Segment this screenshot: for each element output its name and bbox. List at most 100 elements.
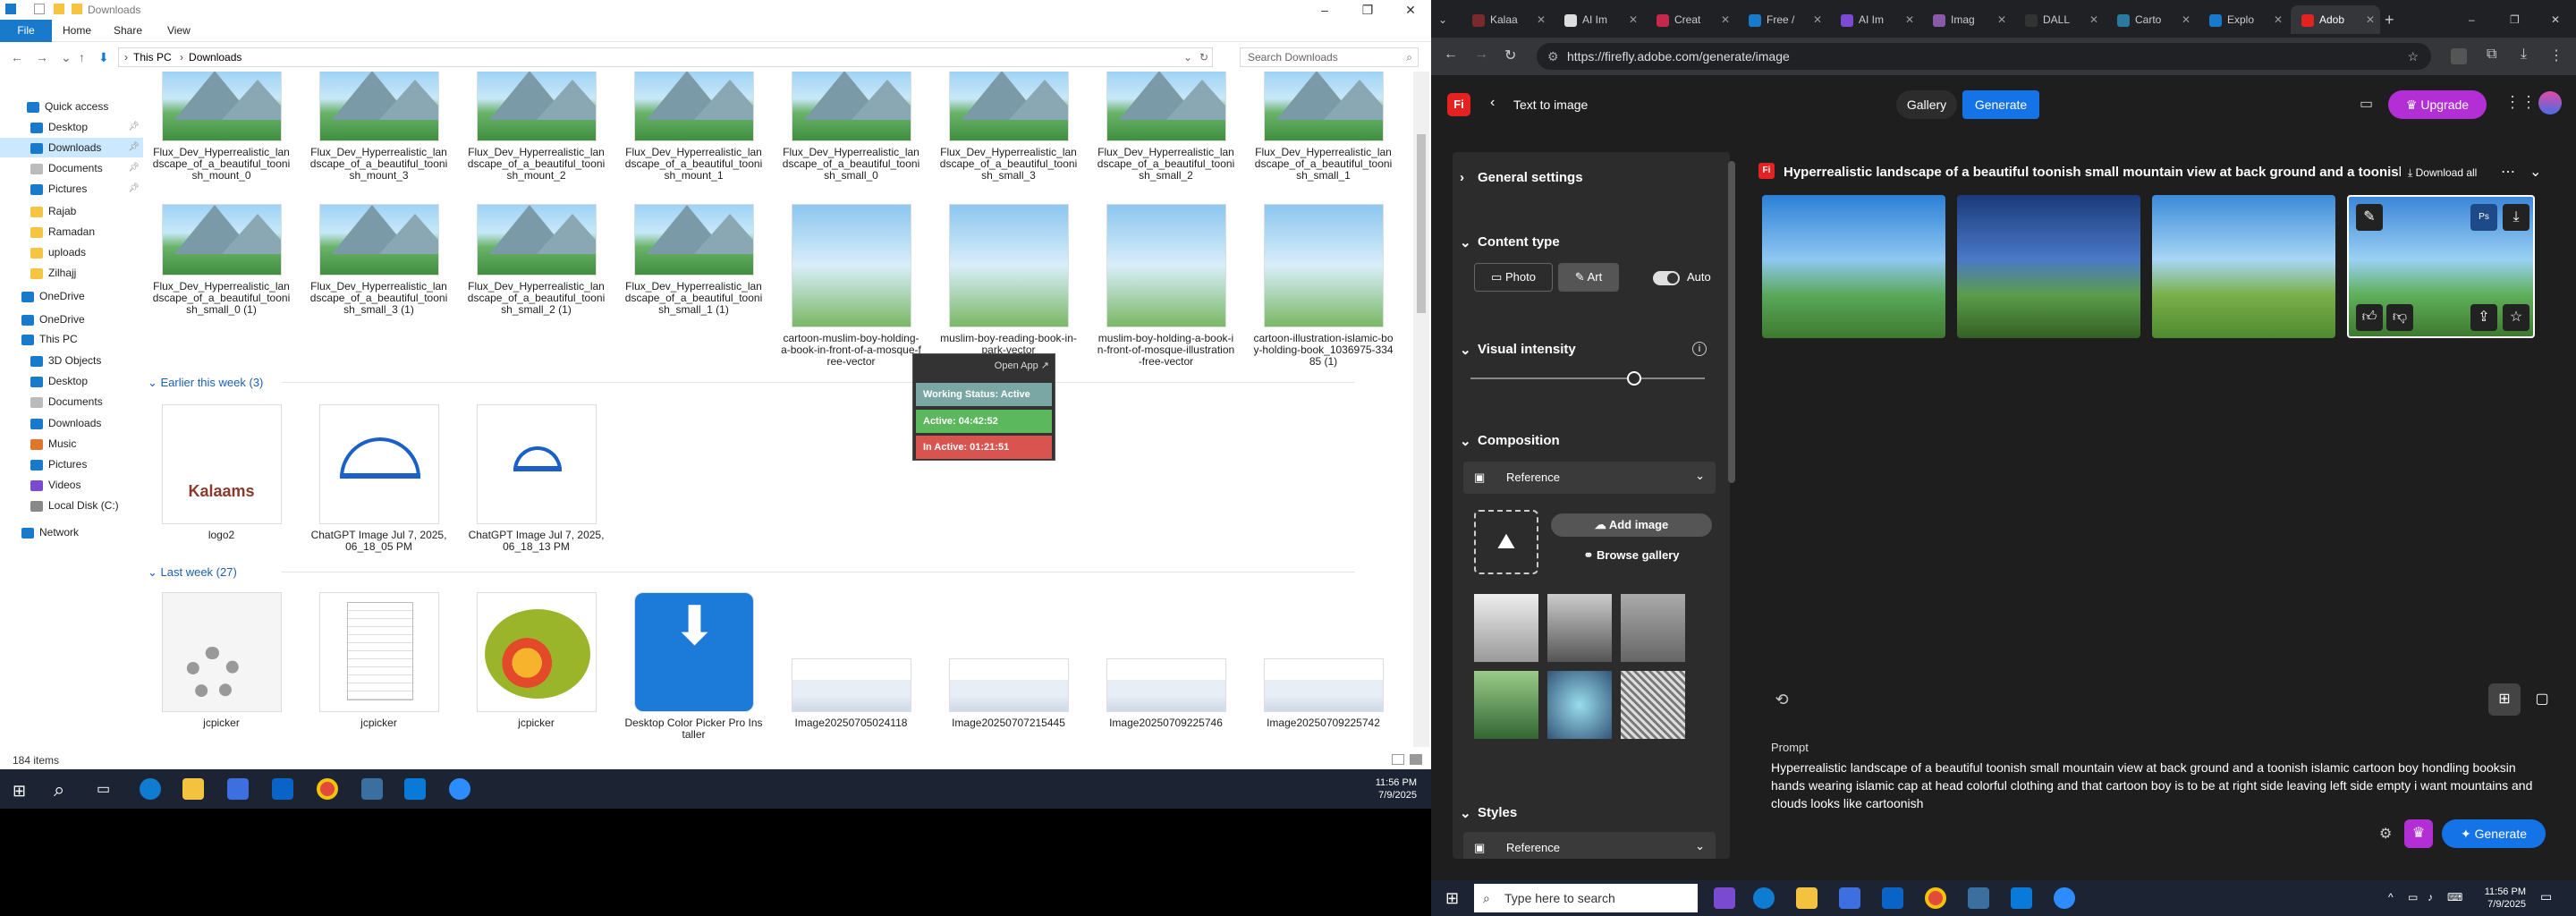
new-tab-button[interactable]: + — [2385, 5, 2394, 34]
browser-tab[interactable]: AI Im ✕ — [1554, 5, 1643, 34]
store-icon[interactable] — [1839, 887, 1860, 909]
apps-grid-icon[interactable]: ⋮⋮ — [2504, 93, 2537, 112]
file-item[interactable]: Flux_Dev_Hyperrealistic_landscape_of_a_b… — [620, 204, 767, 316]
favorite-star-icon[interactable]: ☆ — [2503, 304, 2529, 331]
tab-close-icon[interactable]: ✕ — [1905, 5, 1914, 34]
reference-thumb-sketch[interactable] — [1474, 594, 1538, 662]
sidebar-item-downloads[interactable]: Downloads — [0, 413, 143, 433]
up-arrow-icon[interactable]: ↑ — [79, 50, 85, 64]
file-item[interactable]: Flux_Dev_Hyperrealistic_landscape_of_a_b… — [1092, 72, 1240, 182]
properties-icon[interactable] — [34, 4, 45, 14]
content-type-section[interactable]: ⌄ Content type — [1460, 234, 1730, 250]
add-image-button[interactable]: ☁ Add image — [1551, 513, 1712, 537]
new-folder-icon[interactable] — [54, 4, 64, 14]
edit-icon[interactable]: ✎ — [2356, 204, 2383, 231]
extension-icon[interactable] — [2451, 48, 2467, 64]
file-explorer-icon[interactable] — [1796, 887, 1818, 909]
photoshop-icon[interactable]: Ps — [2470, 204, 2497, 231]
tab-close-icon[interactable]: ✕ — [2089, 5, 2098, 34]
browser-tab[interactable]: Carto ✕ — [2106, 5, 2196, 34]
sidebar-item-desktop[interactable]: Desktop 📌︎ — [0, 117, 143, 137]
sidebar-item-network[interactable]: Network — [0, 522, 143, 542]
zoom-icon[interactable] — [449, 778, 470, 800]
single-view-icon[interactable]: ▢ — [2526, 683, 2558, 716]
sidebar-item-ramadan[interactable]: Ramadan — [0, 222, 143, 242]
panel-scrollbar[interactable] — [1728, 161, 1735, 483]
file-item[interactable]: Flux_Dev_Hyperrealistic_landscape_of_a_b… — [148, 72, 295, 182]
file-item[interactable]: Image20250709225742 — [1250, 592, 1397, 729]
file-item[interactable]: Kalaams logo2 — [148, 404, 295, 541]
premium-crown-icon[interactable]: ♛ — [2404, 819, 2433, 848]
volume-icon[interactable]: ♪ — [2428, 891, 2433, 903]
tab-close-icon[interactable]: ✕ — [2182, 5, 2190, 34]
tab-close-icon[interactable]: ✕ — [1537, 5, 1546, 34]
file-item[interactable]: Flux_Dev_Hyperrealistic_landscape_of_a_b… — [1250, 72, 1397, 182]
zoom-icon[interactable] — [2054, 887, 2075, 909]
tab-close-icon[interactable]: ✕ — [1813, 5, 1822, 34]
file-explorer-icon[interactable] — [182, 778, 204, 800]
file-item[interactable]: Flux_Dev_Hyperrealistic_landscape_of_a_b… — [935, 72, 1082, 182]
windows-start-icon[interactable]: ⊞ — [13, 782, 26, 801]
file-item[interactable]: Image20250707215445 — [935, 592, 1082, 729]
app-icon[interactable] — [1968, 887, 1989, 909]
thumbs-down-icon[interactable]: 👎︎ — [2386, 304, 2413, 331]
firefly-logo[interactable]: Fi — [1447, 93, 1470, 116]
windows-start-icon[interactable]: ⊞ — [1445, 889, 1459, 908]
auto-toggle[interactable] — [1653, 271, 1680, 285]
result-image-4-selected[interactable]: ✎ Ps ⤓ 👍︎ 👎︎ ⇪ ☆ — [2347, 195, 2535, 338]
download-icon[interactable]: ⤓ — [2521, 47, 2527, 63]
file-item[interactable]: jcpicker — [305, 592, 453, 729]
edge-icon[interactable] — [140, 778, 161, 800]
browse-gallery-button[interactable]: ⚭ Browse gallery — [1551, 544, 1712, 567]
reference-thumb-room[interactable] — [1621, 594, 1685, 662]
forward-icon[interactable]: → — [1474, 47, 1488, 63]
info-icon[interactable]: i — [1692, 342, 1707, 356]
browser-tab[interactable]: Imag ✕ — [1922, 5, 2012, 34]
close-button[interactable]: ✕ — [2551, 5, 2560, 34]
ribbon-home-tab[interactable]: Home — [52, 20, 102, 42]
sidebar-item-videos[interactable]: Videos — [0, 475, 143, 495]
thumbs-up-icon[interactable]: 👍︎ — [2356, 304, 2383, 331]
upload-image-icon[interactable]: ⛰ — [1474, 510, 1538, 574]
file-item[interactable]: Flux_Dev_Hyperrealistic_landscape_of_a_b… — [777, 72, 925, 182]
file-item[interactable]: cartoon-illustration-islamic-boy-holding… — [1250, 204, 1397, 368]
sidebar-item-downloads[interactable]: Downloads 📌︎ — [0, 138, 143, 157]
file-item[interactable]: jcpicker — [462, 592, 610, 729]
sidebar-item-documents[interactable]: Documents — [0, 392, 143, 411]
chrome-icon[interactable] — [317, 778, 338, 800]
sidebar-item-desktop[interactable]: Desktop — [0, 371, 143, 391]
close-button[interactable]: ✕ — [1392, 0, 1429, 20]
search-input[interactable]: Search Downloads ⌕ — [1240, 47, 1419, 67]
sidebar-item-onedrive[interactable]: OneDrive — [0, 286, 143, 306]
history-icon[interactable]: ⟲ — [1766, 683, 1798, 716]
collapse-chevron-icon[interactable]: ⌄ — [2529, 163, 2541, 181]
ribbon-view-tab[interactable]: View — [157, 20, 201, 42]
outlook-icon[interactable] — [272, 778, 293, 800]
tab-close-icon[interactable]: ✕ — [1721, 5, 1730, 34]
avatar[interactable] — [2538, 91, 2562, 114]
generate-tab[interactable]: Generate — [1962, 90, 2039, 119]
file-item[interactable]: Flux_Dev_Hyperrealistic_landscape_of_a_b… — [462, 204, 610, 316]
edge-icon[interactable] — [1753, 887, 1775, 909]
minimize-button[interactable]: – — [1306, 0, 1343, 20]
site-info-icon[interactable]: ⚙ — [1547, 43, 1559, 70]
file-item[interactable]: Flux_Dev_Hyperrealistic_landscape_of_a_b… — [148, 204, 295, 316]
browser-tab[interactable]: Creat ✕ — [1646, 5, 1735, 34]
back-arrow-icon[interactable]: ← — [11, 50, 23, 64]
address-dropdown-icon[interactable]: ⌄ — [1183, 48, 1192, 66]
notification-icon[interactable]: ▭ — [2540, 889, 2552, 904]
sidebar-item-onedrive[interactable]: OneDrive — [0, 310, 143, 329]
back-chevron-icon[interactable]: ‹ — [1490, 95, 1495, 111]
breadcrumb-downloads[interactable]: Downloads — [189, 51, 242, 64]
file-item[interactable]: Image20250705024118 — [777, 592, 925, 729]
download-all-button[interactable]: ⤓ Download all — [2408, 166, 2477, 180]
sidebar-item-local-disk-c-[interactable]: Local Disk (C:) — [0, 496, 143, 515]
group-header[interactable]: ⌄ Last week (27) — [148, 565, 1355, 580]
search-icon[interactable]: ⌕ — [54, 778, 64, 802]
reference-thumb-sphere[interactable] — [1547, 671, 1612, 739]
forward-arrow-icon[interactable]: → — [36, 50, 48, 64]
composition-section[interactable]: ⌄ Composition — [1460, 433, 1730, 449]
file-item[interactable]: ChatGPT Image Jul 7, 2025, 06_18_05 PM — [305, 404, 453, 553]
details-view-icon[interactable] — [1392, 754, 1404, 765]
file-item[interactable]: cartoon-muslim-boy-holding-a-book-in-fro… — [777, 204, 925, 368]
